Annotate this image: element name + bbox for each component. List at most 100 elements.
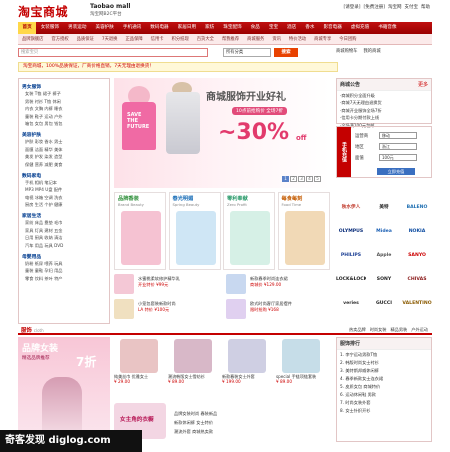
- product-card[interactable]: 新款春装女士外套 ¥ 199.00: [222, 339, 272, 384]
- rank-item[interactable]: 2. 韩版时尚女士衬衫: [340, 360, 428, 366]
- nav-item[interactable]: 书籍音像: [374, 22, 401, 34]
- subnav-item[interactable]: 7天退换: [98, 36, 122, 42]
- search-category-select[interactable]: 所有分类: [223, 48, 271, 57]
- subnav-item[interactable]: 官方授权: [47, 36, 72, 42]
- category-links[interactable]: 箱包 女包 男包 钱包: [25, 121, 109, 127]
- category-links[interactable]: 护肤 彩妆 香水 男士: [25, 139, 109, 145]
- hero-banner[interactable]: SAVE THE FUTURE 商城服饰开业好礼 10点前抢购价 全场7折 ~3…: [114, 78, 330, 188]
- category-links[interactable]: 家纺 床品 靠垫 毛巾: [25, 220, 109, 226]
- subnav-item[interactable]: 积分抵现: [168, 36, 193, 42]
- taobao-link[interactable]: 淘宝网: [388, 4, 402, 10]
- brand-logo[interactable]: OLYMPUS: [336, 224, 366, 240]
- subnav-item[interactable]: 特价活动: [285, 36, 310, 42]
- category-links[interactable]: MP3 MP4 U盘 配件: [25, 187, 109, 193]
- carrier-select[interactable]: 移动: [379, 132, 417, 139]
- section-link[interactable]: 户外运动: [411, 327, 428, 333]
- subnav-item[interactable]: 资讯: [268, 36, 285, 42]
- brand-logo[interactable]: BALENO: [402, 200, 432, 216]
- announcement-item[interactable]: ·商城积分全面升级: [340, 93, 428, 99]
- category-links[interactable]: 手机 相机 笔记本: [25, 180, 109, 186]
- category-links[interactable]: 日用 厨具 收纳 清洁: [25, 235, 109, 241]
- subnav-item[interactable]: 信用卡: [147, 36, 168, 42]
- nav-item[interactable]: 美容护肤: [91, 22, 118, 34]
- nav-item[interactable]: 酒店: [283, 22, 301, 34]
- promo-item[interactable]: 小笼包套装新款时尚 LA 特价 ¥100元: [114, 299, 218, 321]
- category-links[interactable]: 厨房 生活 个护 健康: [25, 202, 109, 208]
- category-links[interactable]: 面膜 洁面 精华 美体: [25, 147, 109, 153]
- amount-select[interactable]: 100元: [379, 154, 417, 161]
- banner-page-dot[interactable]: 5: [314, 176, 321, 182]
- announcement-item[interactable]: ·信用卡分期付款上线: [340, 115, 428, 121]
- announcement-item[interactable]: ·商城开业服饰全场7折: [340, 108, 428, 114]
- rank-item[interactable]: 4. 春季新款女士连衣裙: [340, 376, 428, 382]
- brand-logo[interactable]: Apple: [369, 248, 399, 264]
- banner-page-dot[interactable]: 1: [282, 176, 289, 182]
- recharge-button[interactable]: 立即充值: [377, 168, 415, 175]
- my-mall-link[interactable]: 我的商城: [363, 48, 380, 54]
- promo-strip[interactable]: 淘宝商城，100%品质保证，厂商价格直销，7天无理由退换货！: [18, 62, 338, 72]
- category-links[interactable]: 零食 饮料 茶叶 特产: [25, 276, 109, 282]
- nav-item[interactable]: 首页: [18, 22, 37, 34]
- alipay-link[interactable]: 支付宝: [405, 4, 419, 10]
- section-link[interactable]: 精品男装: [390, 327, 407, 333]
- subnav-item[interactable]: 百货大全: [193, 36, 218, 42]
- subnav-item[interactable]: 商城服务: [243, 36, 268, 42]
- clothing-feature-ad[interactable]: 品牌女装 精选品牌推荐 7折: [18, 337, 110, 442]
- promo-item[interactable]: 新款春季时尚连衣裙 商城价 ¥129.00: [226, 274, 330, 296]
- brand-tile[interactable]: 每食每刻 Food Time: [277, 192, 330, 270]
- category-links[interactable]: 电视 冰箱 空调 洗衣: [25, 195, 109, 201]
- category-links[interactable]: 汽车 用品 玩具 DVD: [25, 243, 109, 249]
- brand-logo[interactable]: NOKIA: [402, 224, 432, 240]
- nav-item[interactable]: 男装运动: [64, 22, 91, 34]
- category-links[interactable]: 家具 灯具 建材 五金: [25, 228, 109, 234]
- cart-link[interactable]: 商城购物车: [336, 48, 357, 54]
- brand-logo[interactable]: SANYO: [402, 248, 432, 264]
- nav-item[interactable]: 女装服饰: [36, 22, 63, 34]
- nav-item[interactable]: 香水: [301, 22, 319, 34]
- brand-logo[interactable]: PHILIPS: [336, 248, 366, 264]
- search-button[interactable]: 搜索: [274, 48, 298, 57]
- nav-item[interactable]: 影音电器: [319, 22, 346, 34]
- brand-logo[interactable]: VALENTINO: [402, 296, 432, 312]
- clothing-promo-link[interactable]: 新款休闲裤 女士特价: [174, 420, 213, 426]
- rank-item[interactable]: 3. 美特斯邦威休闲裤: [340, 368, 428, 374]
- category-title[interactable]: 数码家电: [22, 172, 109, 179]
- category-title[interactable]: 母婴用品: [22, 253, 109, 260]
- brand-tile[interactable]: 品牌香装 Brand Beauty: [114, 192, 166, 270]
- nav-item[interactable]: 手机通讯: [118, 22, 145, 34]
- category-title[interactable]: 男女服饰: [22, 83, 109, 90]
- clothing-promo-link[interactable]: 潮流外套 商城热卖款: [174, 429, 213, 435]
- subnav-item[interactable]: 正品保障: [121, 36, 146, 42]
- subnav-item[interactable]: 今日团购: [335, 36, 360, 42]
- category-links[interactable]: 美发 护发 染发 造型: [25, 154, 109, 160]
- product-card[interactable]: 潮流韩版女士雪纺衫 ¥ 89.00: [168, 339, 218, 384]
- section-link[interactable]: 时尚女装: [370, 327, 387, 333]
- brand-logo[interactable]: GUCCI: [369, 296, 399, 312]
- nav-item[interactable]: 家居日用: [173, 22, 200, 34]
- category-links[interactable]: 内衣 文胸 内裤 睡衣: [25, 106, 109, 112]
- clothing-promo-link[interactable]: 品牌女装时尚 春装新品: [174, 411, 217, 417]
- search-input[interactable]: 搜索宝贝: [18, 48, 208, 57]
- section-link[interactable]: 热卖品牌: [349, 327, 366, 333]
- nav-item[interactable]: 虚拟充值: [346, 22, 373, 34]
- announcement-more-link[interactable]: 更多: [418, 81, 428, 88]
- brand-logo[interactable]: Midea: [369, 224, 399, 240]
- login-link[interactable]: [请登录]: [343, 4, 360, 10]
- category-title[interactable]: 家居生活: [22, 212, 109, 219]
- brand-logo[interactable]: CHIVAS: [402, 272, 432, 288]
- subnav-item[interactable]: 品牌旗舰店: [18, 36, 47, 42]
- banner-page-dot[interactable]: 4: [306, 176, 313, 182]
- brand-tile[interactable]: 春光明媚 Spring Beauty: [168, 192, 221, 270]
- rank-item[interactable]: 6. 运动休闲鞋 男款: [340, 392, 428, 398]
- rank-item[interactable]: 5. 皮质女包 商城特价: [340, 384, 428, 390]
- announcement-item[interactable]: ·商城7天无理由退换货: [340, 100, 428, 106]
- banner-page-dot[interactable]: 3: [298, 176, 305, 182]
- brand-logo[interactable]: veries: [336, 296, 366, 312]
- site-logo[interactable]: 淘宝商城: [18, 3, 68, 20]
- register-link[interactable]: [免费注册]: [363, 4, 385, 10]
- category-links[interactable]: 男装 衬衫 T恤 休闲: [25, 99, 109, 105]
- product-card[interactable]: special 手链项链套装 ¥ 89.00: [276, 339, 326, 384]
- brand-tile[interactable]: 零利奉献 Zero Profit: [223, 192, 275, 270]
- promo-item[interactable]: 水蜜桃柔软修护精华乳 开业特价 ¥99元: [114, 274, 218, 296]
- promo-item[interactable]: 欧式时尚客厅家居摆件 限时抢购 ¥168: [226, 299, 330, 321]
